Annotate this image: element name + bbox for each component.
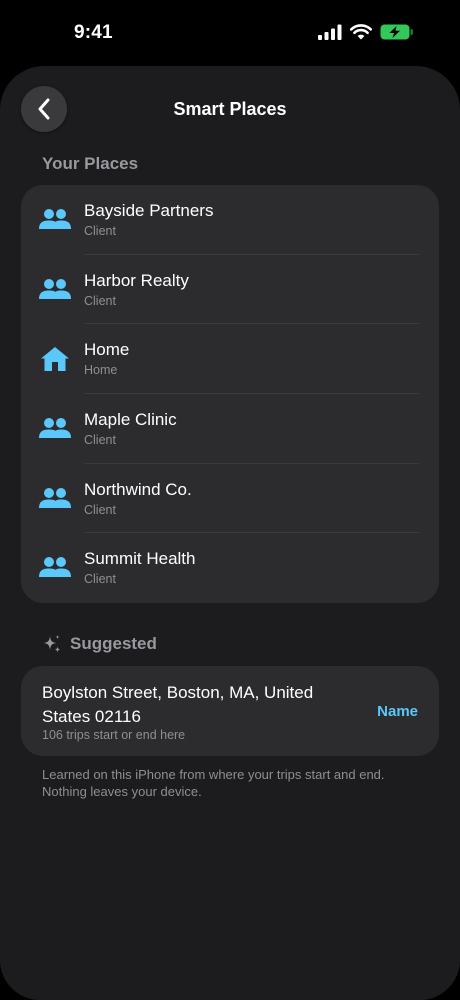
your-places-header: Your Places — [42, 154, 139, 173]
place-row-bayside-partners[interactable]: Bayside Partners Client — [21, 185, 439, 255]
place-category: Client — [84, 572, 116, 587]
place-category: Client — [84, 293, 116, 308]
place-name: Harbor Realty — [84, 270, 189, 290]
place-row-maple-clinic[interactable]: Maple Clinic Client — [21, 394, 439, 464]
people-icon — [39, 209, 71, 229]
sparkles-icon — [43, 635, 61, 653]
your-places-list: Bayside Partners Client Harbor Realty Cl… — [21, 185, 439, 603]
cellular-signal-icon — [318, 24, 342, 40]
page-title: Smart Places — [173, 99, 287, 119]
place-name: Maple Clinic — [84, 410, 177, 430]
battery-charging-icon — [380, 24, 413, 40]
suggested-label: Suggested — [70, 634, 157, 653]
place-category: Client — [84, 433, 116, 448]
status-icons — [318, 24, 414, 40]
people-icon — [39, 418, 71, 439]
privacy-footnote: Learned on this iPhone from where your t… — [42, 767, 385, 799]
place-name: Summit Health — [84, 549, 196, 569]
people-icon — [39, 557, 71, 578]
wifi-icon — [350, 24, 372, 40]
place-row-home[interactable]: Home Home — [21, 324, 439, 395]
smart-places-sheet: Smart Places Your Places Bayside Partner… — [0, 66, 460, 1000]
name-place-button[interactable]: Name — [377, 703, 418, 720]
suggested-trip-count: 106 trips start or end here — [42, 728, 186, 742]
place-row-harbor-realty[interactable]: Harbor Realty Client — [21, 255, 439, 325]
nav-bar: Smart Places — [0, 66, 460, 156]
suggested-place-row: Boylston Street, Boston, MA, United Stat… — [21, 666, 439, 756]
status-time: 9:41 — [74, 22, 113, 43]
place-category: Client — [84, 224, 116, 238]
place-row-summit-health[interactable]: Summit Health Client — [21, 533, 439, 603]
place-category: Client — [84, 502, 116, 517]
place-category: Home — [84, 363, 118, 378]
place-name: Bayside Partners — [84, 201, 214, 220]
place-row-northwind-co[interactable]: Northwind Co. Client — [21, 464, 439, 534]
suggested-header: Suggested — [42, 634, 157, 654]
people-icon — [39, 278, 71, 299]
house-icon — [41, 347, 69, 372]
place-name: Northwind Co. — [84, 479, 192, 499]
people-icon — [39, 487, 71, 508]
place-name: Home — [84, 340, 130, 360]
status-bar: 9:41 — [0, 0, 460, 64]
screen: 9:41 Smart Places Your Places Bayside Pa… — [0, 0, 460, 1000]
suggested-address: Boylston Street, Boston, MA, United Stat… — [42, 683, 314, 726]
